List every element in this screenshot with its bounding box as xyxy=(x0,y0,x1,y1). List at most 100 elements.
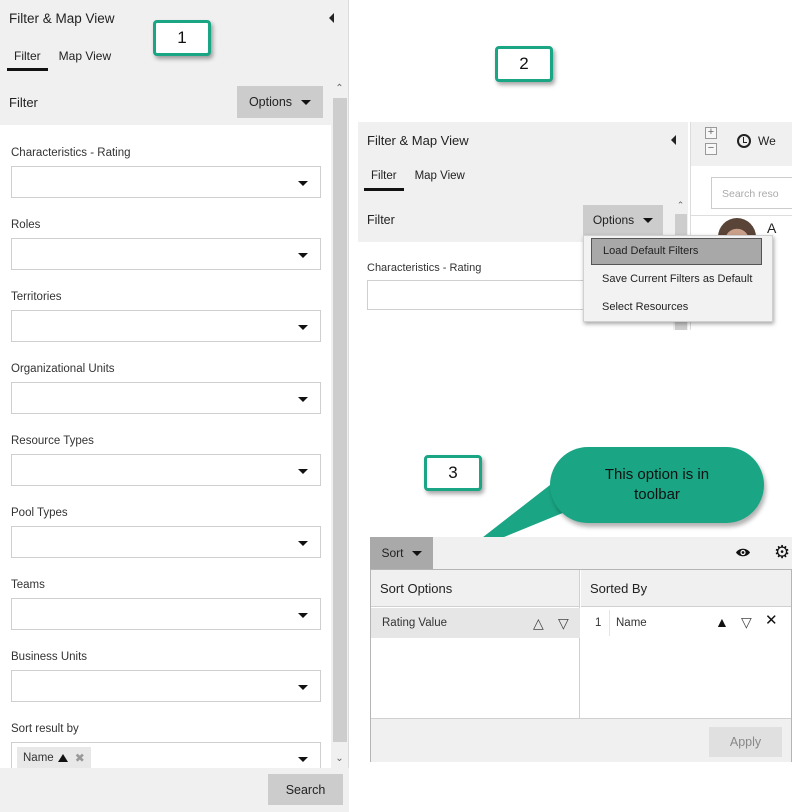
callout-bubble: This option is in toolbar xyxy=(550,447,764,523)
expand-icon[interactable]: + xyxy=(705,127,717,139)
tab-filter[interactable]: Filter xyxy=(7,48,48,71)
caret-down-icon xyxy=(298,541,308,546)
filter-heading: Filter xyxy=(367,213,395,227)
collapse-panel-icon[interactable] xyxy=(329,13,334,23)
organizational-units-dropdown[interactable] xyxy=(11,382,321,414)
teams-dropdown[interactable] xyxy=(11,598,321,630)
eye-icon[interactable] xyxy=(735,547,751,558)
sorted-by-row: 1 Name ▲ ▽ ✕ xyxy=(581,608,791,638)
remove-chip-icon[interactable]: ✖ xyxy=(75,751,85,765)
scroll-down-icon[interactable]: ⌄ xyxy=(331,752,348,766)
resource-types-dropdown[interactable] xyxy=(11,454,321,486)
options-label: Options xyxy=(592,213,635,227)
scroll-up-icon[interactable]: ⌃ xyxy=(331,82,348,96)
field-label-organizational-units: Organizational Units xyxy=(11,363,115,375)
sort-ascending-icon[interactable]: △ xyxy=(533,616,544,630)
sort-index: 1 xyxy=(595,617,602,629)
field-label-business-units: Business Units xyxy=(11,651,88,663)
options-button[interactable]: Options xyxy=(237,86,323,118)
filter-header: Filter Options xyxy=(0,80,331,125)
ascending-arrow-icon[interactable] xyxy=(57,754,68,762)
time-scale-label[interactable]: We xyxy=(758,134,776,148)
field-label-pool-types: Pool Types xyxy=(11,507,68,519)
pool-types-dropdown[interactable] xyxy=(11,526,321,558)
apply-button[interactable]: Apply xyxy=(709,727,782,757)
sort-option-row[interactable]: Rating Value △ ▽ xyxy=(371,608,580,638)
caret-down-icon xyxy=(298,325,308,330)
tab-filter[interactable]: Filter xyxy=(364,168,404,191)
sort-chip-label: Name xyxy=(23,752,54,764)
collapse-icon[interactable]: − xyxy=(705,143,717,155)
filter-panel-header: Filter & Map View Filter Map View Filter… xyxy=(358,122,688,242)
sort-chip: Name ✖ xyxy=(17,747,91,768)
divider xyxy=(609,610,610,636)
sort-options-column: Sort Options Rating Value △ ▽ xyxy=(371,570,580,718)
options-label: Options xyxy=(248,95,293,109)
search-button[interactable]: Search xyxy=(268,774,343,805)
gear-icon[interactable]: ⚙ xyxy=(774,543,790,561)
sort-option-label: Rating Value xyxy=(382,617,447,629)
divider xyxy=(691,215,792,216)
panel-tabs: Filter Map View xyxy=(364,168,472,191)
step-label-2: 2 xyxy=(495,46,553,82)
field-label-roles: Roles xyxy=(11,219,41,231)
sort-panel: Sort Options Rating Value △ ▽ Sorted By … xyxy=(370,569,792,762)
scroll-up-icon[interactable]: ⌃ xyxy=(673,200,688,211)
field-label-sort-result-by: Sort result by xyxy=(11,723,79,735)
sort-descending-icon[interactable]: ▽ xyxy=(741,615,752,629)
clock-icon[interactable] xyxy=(737,134,751,148)
caret-down-icon xyxy=(298,685,308,690)
caret-down-icon xyxy=(643,217,654,223)
menu-item-load-default-filters[interactable]: Load Default Filters xyxy=(591,238,762,265)
business-units-dropdown[interactable] xyxy=(11,670,321,702)
options-menu-screenshot: Filter & Map View Filter Map View Filter… xyxy=(358,122,792,330)
resource-toolbar: + − We xyxy=(691,122,792,166)
sorted-by-header: Sorted By xyxy=(581,570,791,607)
sort-descending-icon[interactable]: ▽ xyxy=(558,616,569,630)
caret-down-icon xyxy=(298,757,308,762)
sort-result-by-dropdown[interactable]: Name ✖ xyxy=(11,742,321,768)
filter-map-view-panel: Filter & Map View Filter Map View Filter… xyxy=(0,0,349,812)
tab-map-view[interactable]: Map View xyxy=(408,168,472,191)
caret-down-icon xyxy=(411,550,422,556)
sort-toolbar: Sort ⚙ xyxy=(370,537,792,569)
collapse-panel-icon[interactable] xyxy=(671,135,676,145)
remove-sort-icon[interactable]: ✕ xyxy=(765,613,778,628)
filter-fields-area: Characteristics - Rating Roles Territori… xyxy=(0,125,331,768)
sort-button[interactable]: Sort xyxy=(370,537,433,569)
caret-down-icon xyxy=(298,613,308,618)
field-label-teams: Teams xyxy=(11,579,45,591)
tab-map-view[interactable]: Map View xyxy=(52,48,118,71)
sort-panel-footer: Apply xyxy=(371,718,791,762)
vertical-scrollbar[interactable]: ⌃ ⌄ xyxy=(331,80,348,768)
filter-heading: Filter xyxy=(9,95,38,110)
territories-dropdown[interactable] xyxy=(11,310,321,342)
field-label-characteristics-rating: Characteristics - Rating xyxy=(11,147,131,159)
resource-search-input[interactable]: Search reso xyxy=(711,177,792,209)
caret-down-icon xyxy=(298,253,308,258)
caret-down-icon xyxy=(298,181,308,186)
sorted-by-column: Sorted By 1 Name ▲ ▽ ✕ xyxy=(581,570,791,718)
caret-down-icon xyxy=(301,99,312,105)
ascending-active-icon[interactable]: ▲ xyxy=(715,615,729,629)
options-button[interactable]: Options xyxy=(583,205,663,235)
panel-tabs: Filter Map View xyxy=(7,48,118,71)
sort-label: Sort xyxy=(381,546,404,560)
resource-name[interactable]: A xyxy=(767,220,776,236)
field-label-territories: Territories xyxy=(11,291,62,303)
scrollbar-thumb[interactable] xyxy=(333,98,347,742)
panel-footer: Search xyxy=(0,768,349,812)
panel-title: Filter & Map View xyxy=(367,133,469,148)
sort-options-header: Sort Options xyxy=(371,570,579,607)
menu-item-save-current-filters[interactable]: Save Current Filters as Default xyxy=(591,266,762,293)
field-label-resource-types: Resource Types xyxy=(11,435,94,447)
caret-down-icon xyxy=(298,469,308,474)
roles-dropdown[interactable] xyxy=(11,238,321,270)
step-label-1: 1 xyxy=(153,20,211,56)
options-dropdown-menu: Load Default Filters Save Current Filter… xyxy=(583,235,773,322)
menu-item-select-resources[interactable]: Select Resources xyxy=(591,294,762,321)
caret-down-icon xyxy=(298,397,308,402)
panel-title: Filter & Map View xyxy=(9,11,115,26)
field-label-characteristics-rating: Characteristics - Rating xyxy=(367,262,482,274)
characteristics-rating-dropdown[interactable] xyxy=(11,166,321,198)
